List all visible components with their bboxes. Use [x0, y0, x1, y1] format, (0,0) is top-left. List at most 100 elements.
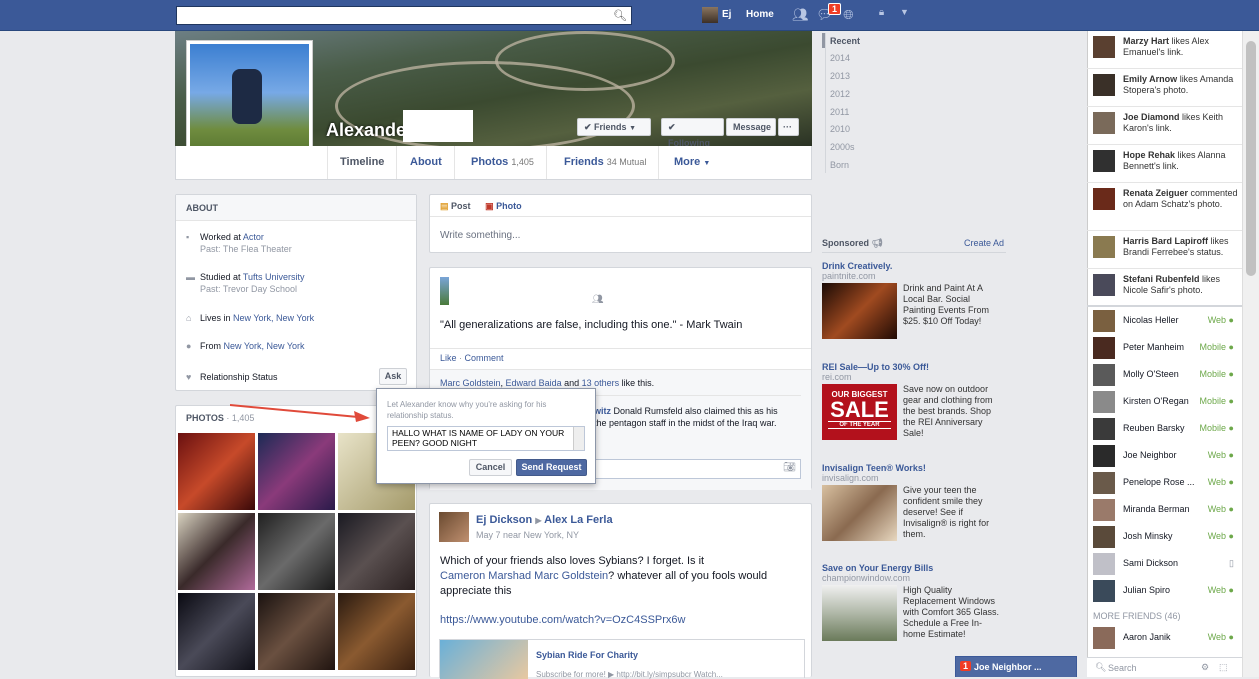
chat-contact[interactable]: Peter Manheim Mobile ● — [1087, 334, 1242, 361]
ask-reason-textarea[interactable] — [387, 426, 585, 451]
tab-photos[interactable]: Photos 1,405 — [459, 146, 547, 179]
friends-button[interactable]: ✔ Friends ▼ — [577, 118, 651, 136]
chat-contact[interactable]: Miranda Berman Web ● — [1087, 496, 1242, 523]
message-button[interactable]: Message — [726, 118, 776, 136]
profile-name[interactable]: Alexande — [326, 120, 406, 141]
from-link[interactable]: New York, New York — [224, 341, 305, 351]
ad-title[interactable]: Save on Your Energy Bills — [822, 563, 1012, 573]
photo-thumbnail[interactable] — [338, 593, 415, 670]
work-link[interactable]: Actor — [243, 232, 264, 242]
chat-contact[interactable]: Nicolas Heller Web ● — [1087, 307, 1242, 334]
ad-title[interactable]: Invisalign Teen® Works! — [822, 463, 1012, 473]
post-author-avatar[interactable] — [439, 512, 469, 542]
ad-image[interactable] — [822, 283, 897, 339]
target-link[interactable]: Alex La Ferla — [544, 514, 612, 526]
chat-contact[interactable]: Penelope Rose ... Web ● — [1087, 469, 1242, 496]
chat-search-input[interactable]: Search — [1108, 663, 1137, 673]
composer-post-tab[interactable]: Post — [451, 201, 471, 211]
mention-link[interactable]: Marc Goldstein — [534, 570, 608, 582]
ad-rei[interactable]: REI Sale—Up to 30% Off! rei.com OUR BIGG… — [822, 362, 1012, 450]
photo-thumbnail[interactable] — [178, 433, 255, 510]
search-icon[interactable]: 🔍︎ — [613, 9, 627, 22]
timeline-year[interactable]: 2012 — [830, 89, 850, 99]
timeline-year[interactable]: 2000s — [830, 142, 855, 152]
ad-paintnite[interactable]: Drink Creatively. paintnite.com Drink an… — [822, 261, 1012, 349]
chat-contact[interactable]: Molly O'Steen Mobile ● — [1087, 361, 1242, 388]
ticker-item[interactable]: Stefani Rubenfeld likes Nicole Safir's p… — [1087, 269, 1242, 307]
chat-contact[interactable]: Julian Spiro Web ● — [1087, 577, 1242, 604]
chat-tab-joe-neighbor[interactable]: 1 Joe Neighbor ... — [955, 656, 1077, 677]
audience-friends-icon[interactable]: 👥︎ — [592, 294, 603, 305]
avatar[interactable] — [1093, 274, 1115, 296]
timeline-year[interactable]: 2011 — [830, 107, 849, 117]
link-preview[interactable]: Sybian Ride For Charity Subscribe for mo… — [439, 639, 805, 679]
liker-link[interactable]: Edward Baida — [506, 378, 562, 388]
ask-button[interactable]: Ask — [379, 368, 407, 385]
account-settings-chevron-icon[interactable]: ▼ — [896, 7, 913, 23]
tab-friends[interactable]: Friends 34 Mutual — [552, 146, 660, 179]
chat-contact[interactable]: Aaron Janik Web ● — [1087, 624, 1242, 651]
composer-photo-tab[interactable]: Photo — [496, 201, 522, 211]
timeline-born[interactable]: Born — [830, 160, 849, 170]
mention-link[interactable]: Cameron Marshad — [440, 570, 531, 582]
chat-contact[interactable]: Josh Minsky Web ● — [1087, 523, 1242, 550]
photo-thumbnail[interactable] — [258, 513, 335, 590]
lives-link[interactable]: New York, New York — [233, 313, 314, 323]
avatar[interactable] — [1093, 74, 1115, 96]
chat-contact[interactable]: Sami Dickson ▯ — [1087, 550, 1242, 577]
ticker-item[interactable]: Joe Diamond likes Keith Karon's link. — [1087, 107, 1242, 145]
cancel-button[interactable]: Cancel — [469, 459, 512, 476]
following-button[interactable]: ✔ Following — [661, 118, 724, 148]
more-options-button[interactable]: ··· — [778, 118, 799, 136]
ticker-item[interactable]: Hope Rehak likes Alanna Bennett's link. — [1087, 145, 1242, 183]
others-link[interactable]: 13 others — [582, 378, 620, 388]
ad-title[interactable]: Drink Creatively. — [822, 261, 1012, 271]
chat-contact[interactable]: Joe Neighbor Web ● — [1087, 442, 1242, 469]
photo-thumbnail[interactable] — [258, 593, 335, 670]
chat-contact[interactable]: Reuben Barsky Mobile ● — [1087, 415, 1242, 442]
create-ad-link[interactable]: Create Ad — [964, 238, 1004, 248]
ad-title[interactable]: REI Sale—Up to 30% Off! — [822, 362, 1012, 372]
tab-timeline[interactable]: Timeline — [327, 146, 398, 179]
composer-input[interactable]: Write something... — [430, 217, 811, 254]
timeline-year[interactable]: 2014 — [830, 53, 850, 63]
ticker-item[interactable]: Renata Zeiguer commented on Adam Schatz'… — [1087, 183, 1242, 231]
link-preview-thumbnail[interactable] — [440, 640, 528, 679]
avatar[interactable] — [1093, 36, 1115, 58]
ad-image[interactable] — [822, 485, 897, 541]
scrollbar-thumb[interactable] — [1246, 41, 1256, 276]
camera-icon[interactable]: 📷︎ — [783, 462, 796, 473]
ad-invisalign[interactable]: Invisalign Teen® Works! invisalign.com G… — [822, 463, 1012, 551]
avatar[interactable] — [1093, 188, 1115, 210]
liker-link[interactable]: Marc Goldstein — [440, 378, 501, 388]
textarea-scrollbar[interactable] — [573, 427, 584, 450]
ad-image[interactable]: OUR BIGGEST SALE OF THE YEAR — [822, 384, 897, 440]
user-avatar[interactable] — [702, 7, 718, 23]
photo-thumbnail[interactable] — [338, 513, 415, 590]
ad-image[interactable] — [822, 585, 897, 641]
chat-contact[interactable]: Kirsten O'Regan Mobile ● — [1087, 388, 1242, 415]
avatar[interactable] — [1093, 112, 1115, 134]
page-scrollbar[interactable] — [1242, 31, 1259, 677]
avatar[interactable] — [1093, 150, 1115, 172]
timeline-year[interactable]: 2013 — [830, 71, 850, 81]
friend-requests-icon[interactable]: 👥︎ — [792, 7, 809, 23]
post-author-avatar[interactable] — [440, 277, 449, 305]
commenter-link[interactable]: witz — [594, 406, 611, 416]
home-link[interactable]: Home — [746, 9, 774, 20]
ad-championwindow[interactable]: Save on Your Energy Bills championwindow… — [822, 563, 1012, 651]
chat-tab-name[interactable]: Joe Neighbor ... — [974, 662, 1042, 672]
chat-settings-gear-icon[interactable]: ⚙ — [1201, 662, 1209, 673]
comment-link[interactable]: Comment — [465, 353, 504, 363]
tab-about[interactable]: About — [398, 146, 455, 179]
like-link[interactable]: Like — [440, 353, 457, 363]
link-preview-title[interactable]: Sybian Ride For Charity — [536, 650, 638, 660]
photo-thumbnail[interactable] — [258, 433, 335, 510]
youtube-url-link[interactable]: https://www.youtube.com/watch?v=OzC4SSPr… — [440, 614, 685, 626]
notifications-globe-icon[interactable]: 🌐︎ — [840, 7, 857, 23]
tab-more[interactable]: More ▼ — [662, 146, 722, 179]
avatar[interactable] — [1093, 236, 1115, 258]
send-request-button[interactable]: Send Request — [516, 459, 587, 476]
user-name-link[interactable]: Ej — [722, 9, 731, 20]
author-link[interactable]: Ej Dickson — [476, 514, 532, 526]
